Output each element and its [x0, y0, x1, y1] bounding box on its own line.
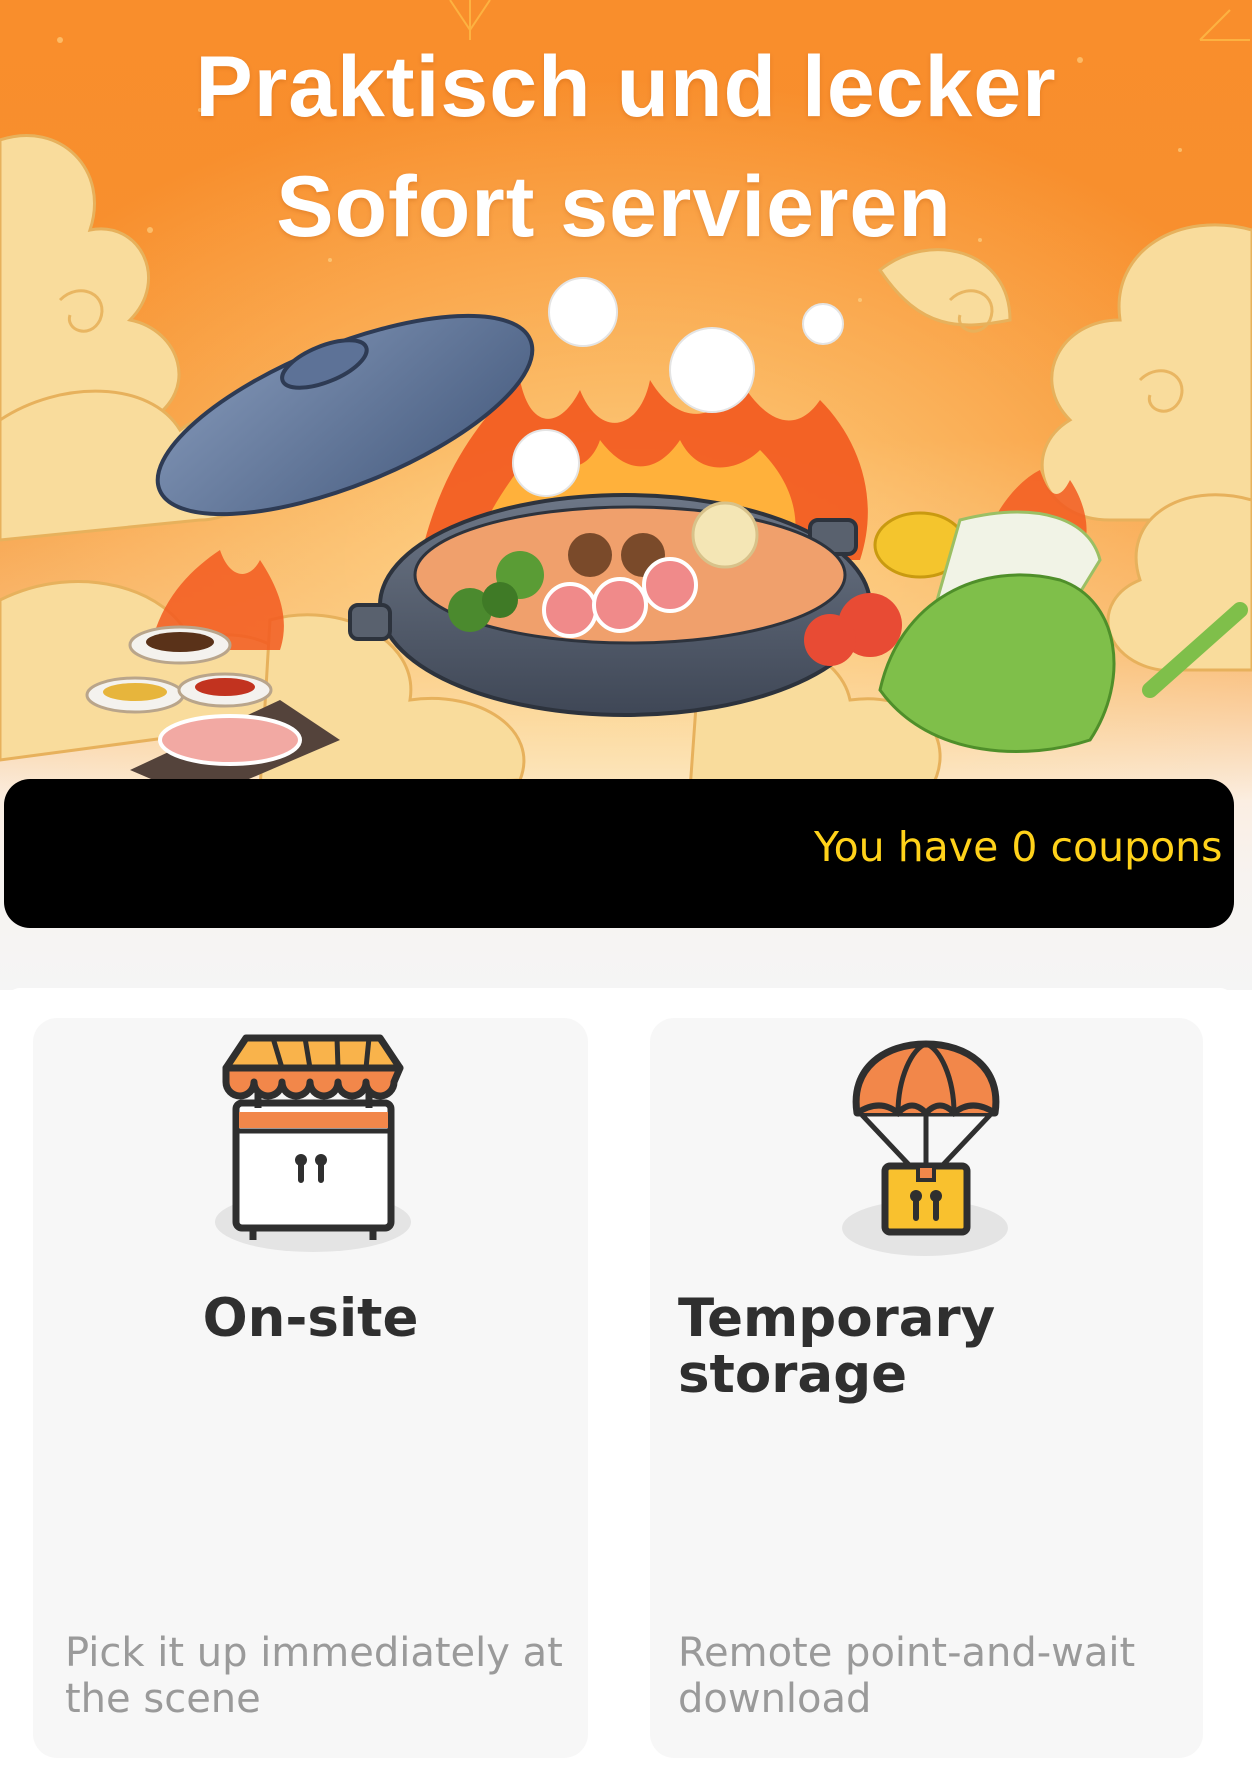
on-site-option-card[interactable]: On-site Pick it up immediately at the sc… — [33, 1018, 588, 1758]
coupon-bar[interactable]: You have 0 coupons — [4, 779, 1234, 928]
food-stall-icon — [215, 1034, 411, 1252]
on-site-title: On-site — [202, 1288, 419, 1349]
temporary-storage-title: Temporary storage — [678, 1288, 996, 1405]
temporary-storage-description: Remote point-and-wait download — [678, 1630, 1136, 1722]
on-site-description: Pick it up immediately at the scene — [65, 1630, 563, 1722]
parachute-box-icon — [842, 1040, 1008, 1256]
banner-title-line-1: Praktisch und lecker — [195, 39, 1057, 135]
coupon-count-text: You have 0 coupons — [814, 823, 1223, 871]
banner-title-line-2: Sofort servieren — [276, 159, 952, 255]
promo-banner: Praktisch und lecker Sofort servieren — [0, 0, 1252, 800]
temporary-storage-option-card[interactable]: Temporary storage Remote point-and-wait … — [650, 1018, 1203, 1758]
